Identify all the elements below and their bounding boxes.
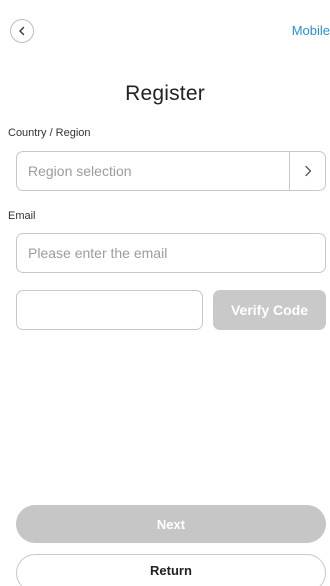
email-label: Email <box>8 210 36 222</box>
region-select[interactable]: Region selection <box>16 151 326 191</box>
chevron-right-icon <box>304 165 311 177</box>
region-arrow-button[interactable] <box>289 152 325 190</box>
next-button[interactable]: Next <box>16 505 326 543</box>
region-label: Country / Region <box>8 127 91 139</box>
verify-code-field[interactable] <box>16 290 203 330</box>
verify-code-button[interactable]: Verify Code <box>213 290 326 330</box>
page-title: Register <box>125 82 205 105</box>
return-button[interactable]: Return <box>16 554 326 586</box>
back-button[interactable] <box>10 19 34 43</box>
chevron-left-icon <box>19 26 25 36</box>
email-field[interactable] <box>16 233 326 273</box>
region-placeholder: Region selection <box>28 163 132 179</box>
mobile-link[interactable]: Mobile <box>292 23 330 38</box>
